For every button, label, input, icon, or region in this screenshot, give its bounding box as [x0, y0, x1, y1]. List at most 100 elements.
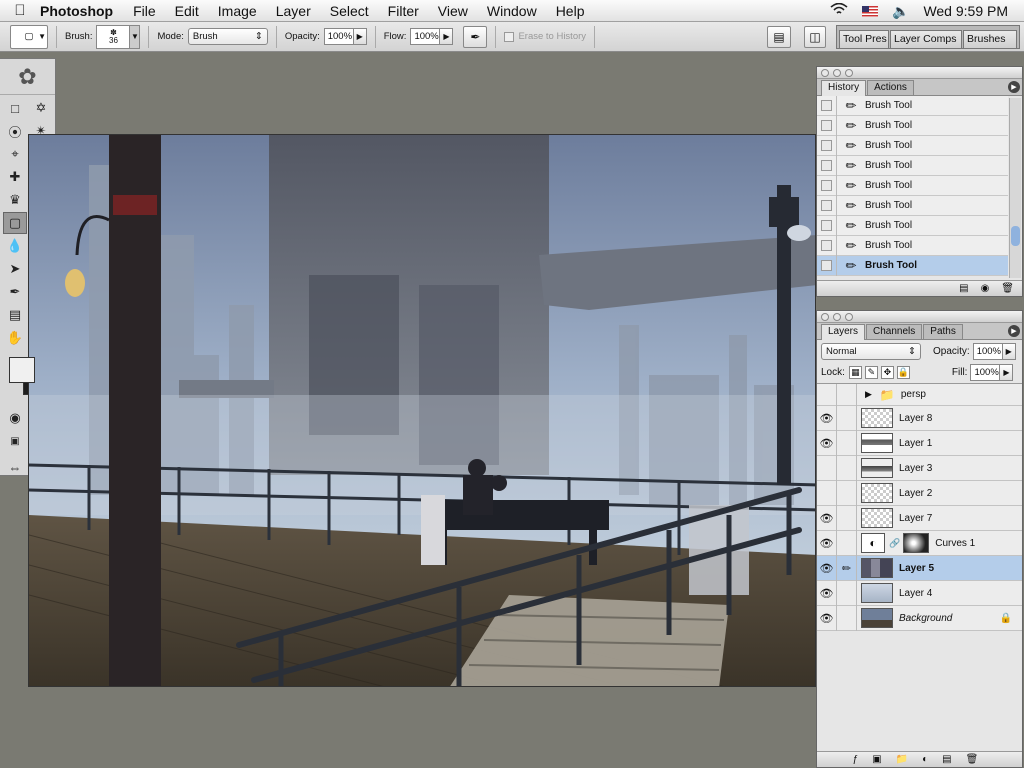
path-selection-tool-icon[interactable]: ➤	[3, 258, 27, 280]
blend-mode-select[interactable]: Normal ⇕	[821, 342, 921, 360]
history-state[interactable]: ✏ Brush Tool	[817, 115, 1008, 136]
new-layer-icon[interactable]: ▤	[942, 754, 951, 765]
clone-stamp-tool-icon[interactable]: ♛	[3, 189, 27, 211]
app-menu[interactable]: Photoshop	[40, 3, 113, 19]
document-canvas[interactable]	[28, 134, 816, 687]
mode-select[interactable]: Brush ⇕	[187, 28, 268, 45]
adjustment-layer-icon[interactable]: ◐	[922, 754, 928, 765]
notes-tool-icon[interactable]: ▤	[3, 304, 27, 326]
new-group-icon[interactable]: 📁	[896, 754, 908, 765]
layer-row[interactable]: 👁 Layer 8	[817, 405, 1022, 431]
eye-icon[interactable]: 👁	[817, 505, 837, 531]
erase-to-history-checkbox[interactable]	[504, 31, 515, 42]
move-tool-icon[interactable]: ✡	[29, 97, 53, 119]
menu-edit[interactable]: Edit	[175, 3, 199, 19]
tab-layers[interactable]: Layers	[821, 324, 866, 340]
chain-link-icon[interactable]: 🔗	[889, 538, 900, 549]
visibility-toggle[interactable]	[817, 383, 837, 406]
close-icon[interactable]	[821, 313, 829, 321]
menu-file[interactable]: File	[133, 3, 156, 19]
volume-icon[interactable]: 🔈	[892, 3, 909, 20]
jump-to-imageready-icon[interactable]: ⇔	[3, 456, 27, 478]
eye-icon[interactable]: 👁	[817, 405, 837, 431]
flow-input[interactable]: 100%	[410, 28, 441, 45]
menu-image[interactable]: Image	[218, 3, 257, 19]
tab-paths[interactable]: Paths	[923, 324, 963, 339]
airbrush-button[interactable]: ✒	[463, 25, 488, 48]
visibility-toggle[interactable]	[817, 480, 837, 506]
wifi-icon[interactable]	[830, 2, 848, 19]
layer-opacity-input[interactable]: 100%	[972, 342, 1003, 360]
flag-icon[interactable]	[862, 5, 878, 17]
link-toggle[interactable]	[837, 455, 857, 481]
layer-style-icon[interactable]: ƒ	[853, 754, 859, 765]
history-scrollbar[interactable]	[1009, 98, 1021, 278]
tool-preset-picker[interactable]: ▢ ▼	[10, 24, 48, 49]
opacity-input[interactable]: 100%	[323, 28, 354, 45]
layer-row[interactable]: Layer 2	[817, 480, 1022, 506]
history-state[interactable]: ✏ Brush Tool	[817, 195, 1008, 216]
paint-brush-icon[interactable]: ✏	[837, 555, 857, 581]
apple-icon[interactable]: 	[0, 2, 40, 19]
layer-row-adjustment[interactable]: 👁 ◐ 🔗 Curves 1	[817, 530, 1022, 556]
eye-icon[interactable]: 👁	[817, 530, 837, 556]
layer-row[interactable]: 👁 Layer 7	[817, 505, 1022, 531]
tab-actions[interactable]: Actions	[867, 80, 914, 95]
link-toggle[interactable]	[837, 580, 857, 606]
blur-tool-icon[interactable]: 💧	[3, 235, 27, 257]
layer-row[interactable]: Layer 3	[817, 455, 1022, 481]
lock-move-icon[interactable]: ✥	[880, 366, 894, 379]
history-panel-titlebar[interactable]	[817, 67, 1022, 79]
layer-row-selected[interactable]: 👁 ✏ Layer 5	[817, 555, 1022, 581]
new-document-from-state-icon[interactable]: ▤	[959, 283, 968, 294]
menu-help[interactable]: Help	[556, 3, 585, 19]
pen-tool-icon[interactable]: ✒	[3, 281, 27, 303]
tab-channels[interactable]: Channels	[866, 324, 923, 339]
feather-logo-icon[interactable]: ✿	[0, 59, 55, 95]
history-state[interactable]: ✏ Brush Tool	[817, 235, 1008, 256]
layer-group-row[interactable]: ▶ 📁 persp	[817, 383, 1022, 406]
link-toggle[interactable]	[837, 480, 857, 506]
menu-select[interactable]: Select	[330, 3, 369, 19]
layer-opacity-arrow[interactable]: ▶	[1002, 342, 1016, 360]
flow-slider-arrow[interactable]: ▶	[440, 28, 454, 45]
eye-icon[interactable]: 👁	[817, 605, 837, 631]
hand-tool-icon[interactable]: ✋	[3, 327, 27, 349]
link-toggle[interactable]	[837, 383, 857, 406]
opacity-slider-arrow[interactable]: ▶	[353, 28, 367, 45]
lasso-tool-icon[interactable]: ⦿	[3, 120, 27, 142]
minimize-icon[interactable]	[833, 313, 841, 321]
minimize-icon[interactable]	[833, 69, 841, 77]
new-snapshot-icon[interactable]: ◉	[981, 283, 990, 294]
history-state[interactable]: ✏ Brush Tool	[817, 215, 1008, 236]
healing-brush-tool-icon[interactable]: ✚	[3, 166, 27, 188]
history-state-current[interactable]: ✏ Brush Tool	[817, 255, 1008, 276]
history-state[interactable]: ✏ Brush Tool	[817, 175, 1008, 196]
tab-layer-comps[interactable]: Layer Comps	[890, 30, 962, 48]
foreground-color-swatch[interactable]	[9, 357, 35, 383]
history-state[interactable]: ✏ Brush Tool	[817, 155, 1008, 176]
tab-tool-presets[interactable]: Tool Pres	[839, 30, 889, 48]
eye-icon[interactable]: 👁	[817, 580, 837, 606]
history-state[interactable]: ✏ Brush Tool	[817, 135, 1008, 156]
standard-mode-icon[interactable]: ◉	[3, 407, 27, 429]
layer-row[interactable]: 👁 Layer 1	[817, 430, 1022, 456]
marquee-tool-icon[interactable]: □	[3, 97, 27, 119]
visibility-toggle[interactable]	[817, 455, 837, 481]
link-toggle[interactable]	[837, 405, 857, 431]
eye-icon[interactable]: 👁	[817, 430, 837, 456]
layer-mask-thumbnail[interactable]	[903, 533, 930, 553]
fill-input[interactable]: 100%	[970, 364, 1001, 381]
tab-history[interactable]: History	[821, 80, 867, 96]
layer-row[interactable]: 👁 Layer 4	[817, 580, 1022, 606]
tab-brushes[interactable]: Brushes	[963, 30, 1017, 48]
lock-all-icon[interactable]: 🔒	[896, 366, 910, 379]
file-browser-button[interactable]: ◫	[804, 25, 826, 48]
history-scroll-thumb[interactable]	[1011, 226, 1020, 246]
screen-mode-standard-icon[interactable]: ▣	[3, 430, 27, 452]
menu-window[interactable]: Window	[487, 3, 537, 19]
lock-transparency-icon[interactable]: ▦	[848, 366, 862, 379]
panel-menu-icon[interactable]: ▶	[1008, 81, 1020, 93]
link-toggle[interactable]	[837, 505, 857, 531]
eye-icon[interactable]: 👁	[817, 555, 837, 581]
